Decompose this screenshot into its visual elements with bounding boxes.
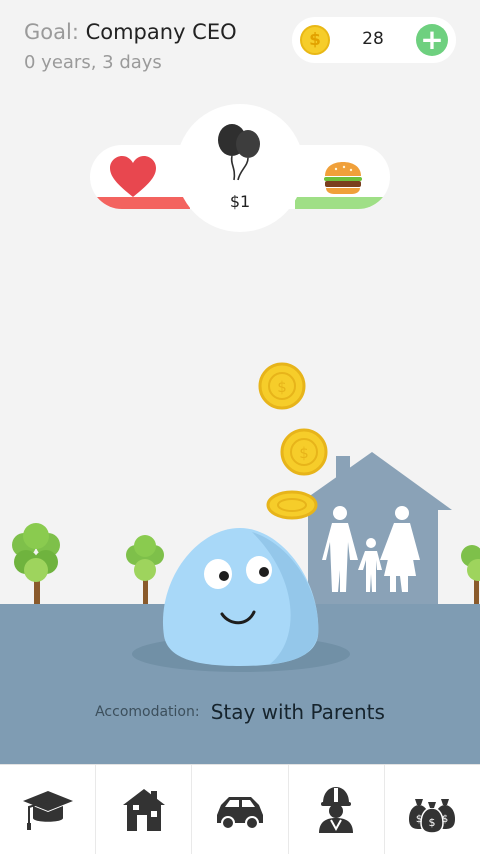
falling-coin-icon — [266, 490, 318, 520]
accommodation-info: Accomodation: Stay with Parents — [0, 700, 480, 724]
svg-text:$: $ — [299, 444, 309, 462]
money-indicator[interactable]: $1 — [176, 104, 304, 232]
pet-character — [162, 528, 319, 666]
money-amount: $1 — [229, 192, 251, 211]
falling-coin-icon: $ — [280, 428, 328, 476]
tree-icon — [12, 523, 60, 604]
accommodation-value: Stay with Parents — [210, 700, 385, 724]
game-scene: $ $ — [12, 362, 480, 672]
svg-text:$: $ — [442, 814, 448, 825]
goal-value: Company CEO — [85, 20, 237, 44]
coin-balance: $ 28 + — [292, 17, 456, 63]
heart-icon — [110, 156, 156, 197]
food-bar — [295, 197, 390, 209]
nav-item-money[interactable]: $ $ $ — [385, 765, 480, 854]
nav-item-education[interactable] — [0, 765, 97, 854]
house-icon — [304, 452, 452, 604]
nav-item-job[interactable] — [289, 765, 385, 854]
coin-count: 28 — [362, 29, 384, 49]
car-icon — [217, 796, 263, 830]
falling-coin-icon: $ — [258, 362, 306, 410]
goal-label: Goal: — [24, 20, 79, 44]
worker-icon — [319, 786, 354, 833]
age-text: 0 years, 3 days — [24, 52, 162, 73]
goal: Goal: Company CEO — [24, 20, 237, 44]
nav-item-transport[interactable] — [192, 765, 289, 854]
graduation-cap-icon — [22, 790, 73, 830]
svg-text:$: $ — [416, 814, 422, 825]
balloons-icon — [218, 124, 260, 181]
svg-text:$: $ — [429, 816, 436, 829]
svg-text:$: $ — [277, 378, 287, 396]
tree-icon — [126, 535, 164, 604]
money-bags-icon: $ $ $ — [409, 798, 456, 834]
bottom-nav: $ $ $ — [0, 764, 480, 854]
header: Goal: Company CEO 0 years, 3 days $ 28 + — [0, 0, 480, 90]
coin-icon: $ — [300, 25, 330, 55]
burger-icon — [324, 162, 362, 194]
nav-item-housing[interactable] — [96, 765, 193, 854]
house-icon — [122, 788, 165, 831]
accommodation-label: Accomodation: — [95, 704, 200, 720]
add-coins-button[interactable]: + — [416, 24, 448, 56]
tree-icon — [461, 545, 480, 604]
